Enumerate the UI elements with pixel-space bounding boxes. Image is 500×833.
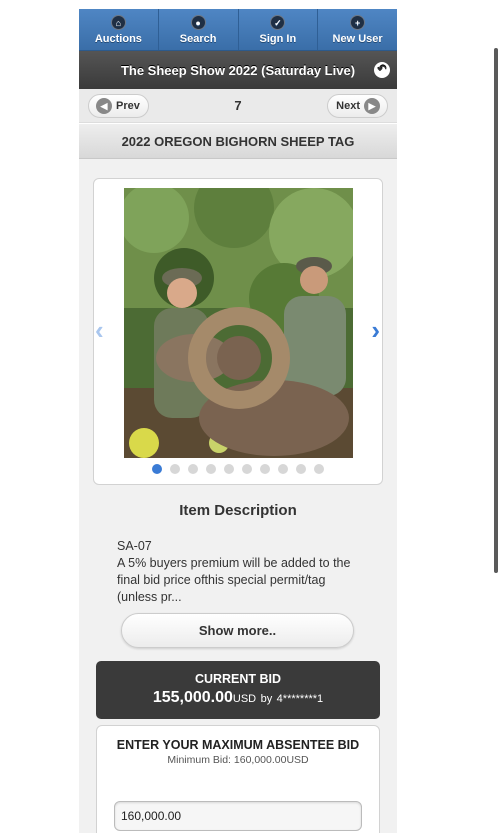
nav-search[interactable]: ● Search — [159, 9, 239, 50]
carousel-dot[interactable] — [296, 464, 306, 474]
top-navbar: ⌂ Auctions ● Search ✓ Sign In + New User — [79, 9, 397, 51]
absentee-bid-panel: ENTER YOUR MAXIMUM ABSENTEE BID Minimum … — [96, 725, 380, 833]
current-bid-line: 155,000.00USD by 4********1 — [96, 689, 380, 707]
next-button[interactable]: Next ▶ — [327, 93, 388, 118]
nav-label: New User — [332, 32, 383, 45]
lot-pager: ◀ Prev 7 Next ▶ — [79, 89, 397, 123]
currency: USD — [232, 693, 257, 705]
carousel-next-icon[interactable]: › — [371, 315, 380, 346]
page-scrollbar[interactable] — [494, 48, 498, 573]
nav-label: Search — [179, 32, 217, 45]
prev-button[interactable]: ◀ Prev — [88, 93, 149, 118]
lot-number: 7 — [234, 98, 242, 113]
minimum-bid: Minimum Bid: 160,000.00USD — [167, 754, 309, 766]
item-code: SA-07 — [117, 539, 152, 553]
nav-label: Auctions — [94, 32, 142, 45]
carousel-dot[interactable] — [152, 464, 162, 474]
nav-new-user[interactable]: + New User — [318, 9, 397, 50]
mobile-app: ⌂ Auctions ● Search ✓ Sign In + New User… — [79, 9, 397, 833]
carousel-dot[interactable] — [206, 464, 216, 474]
description-body: SA-07 A 5% buyers premium will be added … — [117, 538, 367, 606]
back-icon[interactable]: ↶ — [374, 62, 390, 78]
description-text: A 5% buyers premium will be added to the… — [117, 556, 351, 604]
chevron-left-icon: ◀ — [96, 97, 112, 114]
carousel-dot[interactable] — [278, 464, 288, 474]
carousel-dot[interactable] — [188, 464, 198, 474]
plus-icon: + — [350, 14, 366, 30]
carousel-dots — [94, 464, 382, 474]
search-icon: ● — [190, 14, 206, 30]
page-title: The Sheep Show 2022 (Saturday Live) — [120, 62, 356, 78]
item-photo[interactable] — [124, 188, 353, 458]
bidder-id: 4********1 — [276, 693, 324, 705]
carousel-dot[interactable] — [242, 464, 252, 474]
prev-label: Prev — [116, 99, 140, 112]
carousel-prev-icon[interactable]: ‹ — [95, 315, 104, 346]
carousel-dot[interactable] — [170, 464, 180, 474]
item-title: 2022 OREGON BIGHORN SHEEP TAG — [79, 123, 397, 159]
page: ⌂ Auctions ● Search ✓ Sign In + New User… — [0, 0, 500, 833]
show-more-button[interactable]: Show more.. — [121, 613, 354, 648]
current-bid-label: CURRENT BID — [194, 672, 282, 686]
carousel-dot[interactable] — [224, 464, 234, 474]
chevron-right-icon: ▶ — [364, 97, 380, 114]
home-icon: ⌂ — [110, 14, 126, 30]
description-heading: Item Description — [179, 502, 297, 519]
nav-sign-in[interactable]: ✓ Sign In — [239, 9, 319, 50]
auction-title-bar: The Sheep Show 2022 (Saturday Live) ↶ — [79, 51, 397, 89]
image-carousel[interactable]: ‹ › — [93, 178, 383, 485]
current-bid-panel: CURRENT BID 155,000.00USD by 4********1 — [96, 661, 380, 719]
absentee-title: ENTER YOUR MAXIMUM ABSENTEE BID — [116, 738, 360, 752]
bid-amount-input[interactable]: 160,000.00 — [114, 801, 362, 831]
by-label: by — [260, 693, 273, 705]
checkmark-icon: ✓ — [270, 14, 286, 30]
nav-auctions[interactable]: ⌂ Auctions — [79, 9, 159, 50]
nav-label: Sign In — [259, 32, 297, 45]
carousel-dot[interactable] — [314, 464, 324, 474]
next-label: Next — [336, 99, 360, 112]
current-bid-amount: 155,000.00 — [152, 689, 233, 706]
carousel-dot[interactable] — [260, 464, 270, 474]
